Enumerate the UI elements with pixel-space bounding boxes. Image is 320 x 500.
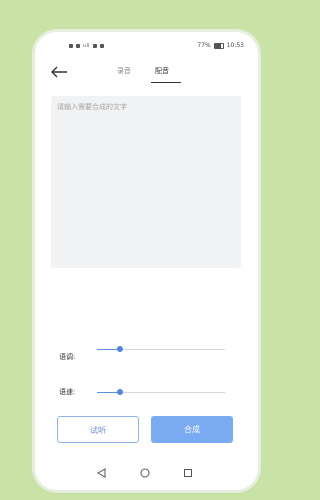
text-input-placeholder: 请输入需要合成的文字: [57, 103, 127, 111]
battery-icon: [213, 42, 224, 49]
speed-slider[interactable]: [97, 388, 225, 398]
tab-recording[interactable]: 录音: [117, 66, 131, 76]
status-bar: ull 77% 10:53: [35, 32, 258, 60]
battery-percent: 77%: [197, 42, 211, 49]
notification-icon: [76, 44, 80, 48]
preview-button[interactable]: 试听: [57, 416, 139, 443]
triangle-back-icon[interactable]: [97, 468, 107, 478]
speed-label: 语速:: [59, 388, 76, 396]
system-nav-bar: [35, 460, 258, 486]
wifi-icon: [92, 44, 97, 48]
circle-home-icon[interactable]: [140, 468, 150, 478]
top-nav: 录音 配音: [35, 60, 258, 84]
synthesize-button[interactable]: 合成: [151, 416, 233, 443]
slider-thumb[interactable]: [117, 389, 124, 395]
notification-icon: [69, 44, 73, 48]
signal-icon: ull: [83, 43, 90, 49]
clock: 10:53: [226, 42, 244, 49]
status-right: 77% 10:53: [197, 42, 244, 49]
arrow-left-icon: [51, 66, 67, 78]
slider-thumb[interactable]: [117, 346, 124, 352]
back-button[interactable]: [49, 64, 69, 80]
text-input[interactable]: 请输入需要合成的文字: [51, 96, 241, 268]
notification-icon: [99, 44, 104, 48]
pitch-label: 语调:: [59, 353, 76, 361]
tab-dubbing[interactable]: 配音: [155, 66, 169, 76]
square-recent-icon[interactable]: [183, 468, 193, 478]
phone-frame: ull 77% 10:53 录音 配音 请输入需要合成的文字 语调: 语速: 试…: [35, 32, 258, 490]
status-icons: ull: [69, 43, 104, 49]
active-tab-indicator: [151, 82, 181, 83]
pitch-slider[interactable]: [97, 345, 225, 355]
